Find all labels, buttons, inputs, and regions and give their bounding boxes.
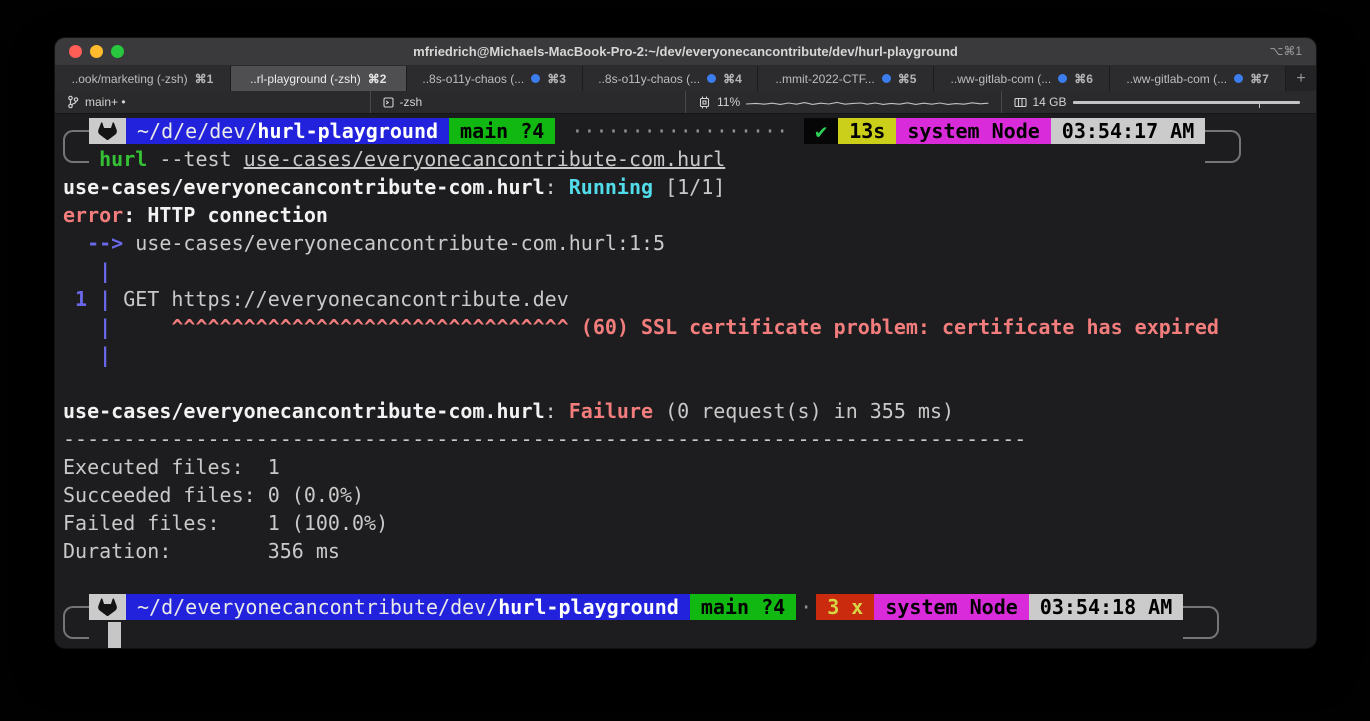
tab-label: ..8s-o11y-chaos (... — [422, 72, 524, 86]
tab-label: ..8s-o11y-chaos (... — [598, 72, 700, 86]
cpu-percent-label: 11% — [717, 95, 740, 109]
time-segment: 03:54:17 AM — [1051, 118, 1205, 144]
tab-shortcut: ⌘5 — [898, 72, 917, 86]
terminal-line: | — [63, 257, 1308, 285]
window-shortcut-badge: ⌥⌘1 — [1269, 38, 1302, 65]
shell-job-icon — [383, 96, 394, 109]
git-branch-icon — [67, 95, 79, 109]
memory-usage-bar — [1073, 98, 1300, 106]
filler-dots: · — [796, 594, 816, 620]
input-line[interactable] — [63, 621, 1308, 648]
tab-activity-dot-icon — [1058, 74, 1067, 83]
git-branch-label: main+ • — [85, 95, 126, 109]
prompt-frame-right — [1183, 606, 1219, 639]
terminal-line — [63, 565, 1308, 593]
tab-label: ..mmit-2022-CTF... — [775, 72, 874, 86]
cpu-icon — [698, 96, 711, 109]
filler-dots: ·················· — [555, 118, 804, 144]
tab-6[interactable]: ..ww-gitlab-com (... ⌘6 — [934, 66, 1110, 91]
tab-shortcut: ⌘1 — [195, 72, 214, 86]
prompt-frame-left — [63, 606, 89, 639]
exit-ok-segment: ✔ — [804, 118, 838, 144]
window-title: mfriedrich@Michaels-MacBook-Pro-2:~/dev/… — [55, 38, 1316, 65]
terminal-line — [63, 369, 1308, 397]
gitlab-tanuki-icon — [89, 594, 126, 620]
cwd-segment: ~/d/everyonecancontribute/dev/hurl-playg… — [126, 594, 690, 620]
tab-activity-dot-icon — [707, 74, 716, 83]
tab-label: ..rl-playground (-zsh) — [250, 72, 361, 86]
terminal-line: Executed files: 1 — [63, 453, 1308, 481]
tab-activity-dot-icon — [1234, 74, 1243, 83]
tab-shortcut: ⌘7 — [1250, 72, 1269, 86]
tab-shortcut: ⌘4 — [723, 72, 742, 86]
statusbar-memory: 14 GB — [1001, 91, 1317, 113]
tab-label: ..ww-gitlab-com (... — [1126, 72, 1227, 86]
new-tab-button[interactable]: + — [1286, 66, 1316, 91]
tab-label: ..ww-gitlab-com (... — [951, 72, 1052, 86]
terminal-line: --> use-cases/everyonecancontribute-com.… — [63, 229, 1308, 257]
tab-5[interactable]: ..mmit-2022-CTF... ⌘5 — [758, 66, 934, 91]
git-status-segment: main ?4 — [449, 118, 555, 144]
block-cursor — [108, 622, 121, 648]
terminal-line: Failed files: 1 (100.0%) — [63, 509, 1308, 537]
title-bar[interactable]: mfriedrich@Michaels-MacBook-Pro-2:~/dev/… — [55, 38, 1316, 66]
statusbar-git: main+ • — [55, 91, 370, 113]
terminal-line: 1 | GET https://everyonecancontribute.de… — [63, 285, 1308, 313]
terminal-line: | — [63, 341, 1308, 369]
tab-7[interactable]: ..ww-gitlab-com (... ⌘7 — [1110, 66, 1286, 91]
tab-bar: ..ook/marketing (-zsh) ⌘1 ..rl-playground … — [55, 66, 1316, 91]
terminal-line: Succeeded files: 0 (0.0%) — [63, 481, 1308, 509]
terminal-line: use-cases/everyonecancontribute-com.hurl… — [63, 173, 1308, 201]
prompt2-row: ~/d/everyonecancontribute/dev/hurl-playg… — [63, 593, 1308, 621]
terminal-line: Duration: 356 ms — [63, 537, 1308, 565]
duration-segment: 13s — [838, 118, 896, 144]
terminal-line: ----------------------------------------… — [63, 425, 1308, 453]
cpu-sparkline — [746, 96, 988, 108]
git-status-segment: main ?4 — [690, 594, 796, 620]
cwd-segment: ~/d/e/dev/hurl-playground — [126, 118, 449, 144]
tab-3[interactable]: ..8s-o11y-chaos (... ⌘3 — [407, 66, 583, 91]
shell-job-label: -zsh — [400, 95, 423, 109]
exit-error-segment: 3 x — [816, 594, 874, 620]
terminal-line: | ^^^^^^^^^^^^^^^^^^^^^^^^^^^^^^^^^ (60)… — [63, 313, 1308, 341]
prompt-frame-right — [1205, 130, 1241, 163]
memory-icon — [1014, 97, 1027, 108]
tab-activity-dot-icon — [882, 74, 891, 83]
terminal-line: use-cases/everyonecancontribute-com.hurl… — [63, 397, 1308, 425]
time-segment: 03:54:18 AM — [1029, 594, 1183, 620]
prompt1-row: ~/d/e/dev/hurl-playgroundmain ?4 ·······… — [63, 117, 1308, 145]
memory-label: 14 GB — [1033, 95, 1067, 109]
tab-1[interactable]: ..ook/marketing (-zsh) ⌘1 — [55, 66, 231, 91]
tab-shortcut: ⌘6 — [1074, 72, 1093, 86]
terminal-line: hurl --test use-cases/everyonecancontrib… — [63, 145, 1308, 173]
status-bar: main+ • -zsh 11% — [55, 91, 1316, 114]
gitlab-tanuki-icon — [89, 118, 126, 144]
statusbar-cpu: 11% — [685, 91, 1001, 113]
node-version-segment: system Node — [896, 118, 1050, 144]
tab-label: ..ook/marketing (-zsh) — [72, 72, 188, 86]
terminal-window: mfriedrich@Michaels-MacBook-Pro-2:~/dev/… — [55, 38, 1316, 648]
terminal-line: error: HTTP connection — [63, 201, 1308, 229]
tab-activity-dot-icon — [531, 74, 540, 83]
tab-shortcut: ⌘2 — [368, 72, 387, 86]
tab-shortcut: ⌘3 — [547, 72, 566, 86]
node-version-segment: system Node — [874, 594, 1028, 620]
tab-2[interactable]: ..rl-playground (-zsh) ⌘2 — [231, 66, 407, 91]
prompt-frame-left — [63, 130, 89, 163]
statusbar-job: -zsh — [370, 91, 686, 113]
tab-4[interactable]: ..8s-o11y-chaos (... ⌘4 — [583, 66, 759, 91]
terminal-output: ~/d/e/dev/hurl-playgroundmain ?4 ·······… — [55, 114, 1316, 648]
